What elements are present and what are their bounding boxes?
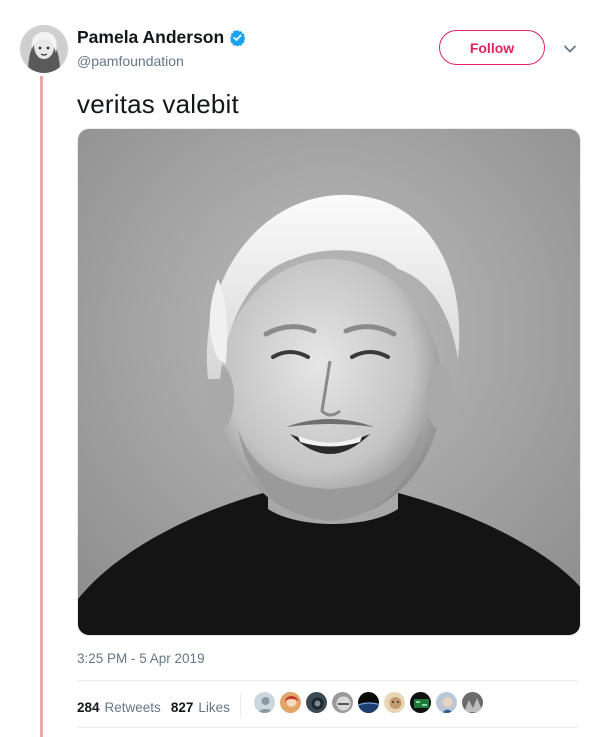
tweet-stats: 284 Retweets 827 Likes (77, 693, 251, 720)
retweets-stat[interactable]: 284 Retweets (77, 700, 161, 715)
author-name-row[interactable]: Pamela Anderson (77, 27, 246, 48)
portrait-image (78, 129, 580, 635)
liker-avatar[interactable] (357, 691, 380, 714)
likes-stat[interactable]: 827 Likes (171, 700, 230, 715)
tweet-photo[interactable] (77, 128, 581, 636)
liker-avatar[interactable] (253, 691, 276, 714)
liker-avatar[interactable] (409, 691, 432, 714)
thread-connector-line (40, 76, 43, 737)
follow-button[interactable]: Follow (439, 30, 545, 65)
liker-avatar[interactable] (383, 691, 406, 714)
author-avatar[interactable] (20, 25, 68, 73)
verified-badge-icon (229, 29, 246, 47)
retweets-label: Retweets (104, 700, 161, 715)
tweet-text: veritas valebit (77, 89, 239, 119)
liker-avatar[interactable] (331, 691, 354, 714)
chevron-down-icon[interactable] (561, 40, 579, 58)
liker-avatar[interactable] (435, 691, 458, 714)
liker-avatar[interactable] (305, 691, 328, 714)
tweet-detail: Pamela Anderson @pamfoundation Follow ve… (0, 0, 612, 737)
author-handle[interactable]: @pamfoundation (77, 53, 184, 69)
author-display-name[interactable]: Pamela Anderson (77, 27, 224, 48)
avatar-image (20, 25, 68, 73)
likes-count: 827 (170, 700, 194, 715)
divider (77, 680, 578, 681)
retweets-count: 284 (77, 700, 100, 715)
likes-label: Likes (198, 700, 230, 715)
tweet-timestamp[interactable]: 3:25 PM - 5 Apr 2019 (77, 651, 205, 666)
divider (77, 727, 578, 728)
liker-avatars (253, 691, 484, 714)
liker-avatar[interactable] (279, 691, 302, 714)
stats-separator (239, 693, 241, 718)
liker-avatar[interactable] (461, 691, 484, 714)
